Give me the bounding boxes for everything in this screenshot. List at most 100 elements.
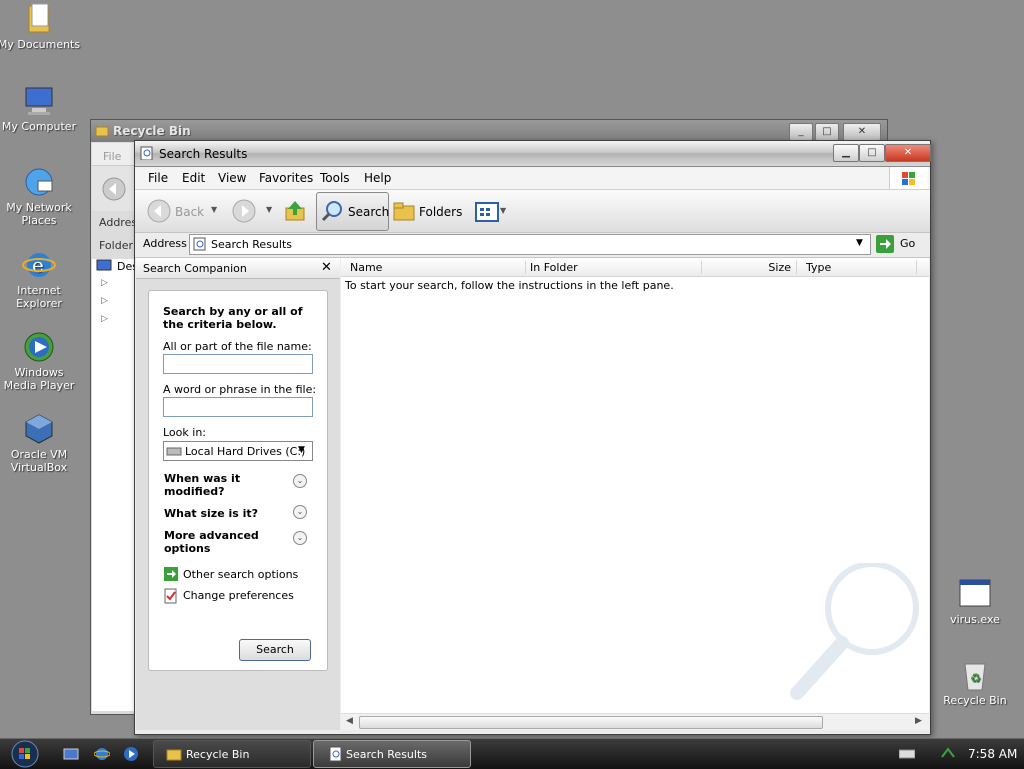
address-label: Address xyxy=(143,237,187,250)
column-header-type[interactable]: Type xyxy=(802,261,917,274)
back-icon[interactable] xyxy=(101,176,127,202)
internet-explorer-icon[interactable] xyxy=(94,746,110,762)
scroll-left-icon[interactable]: ◀ xyxy=(346,716,353,726)
search-companion-pane: Search Companion ✕ Search by any or all … xyxy=(136,258,340,730)
chevron-down-icon[interactable]: ⌄ xyxy=(293,474,307,488)
task-label: Recycle Bin xyxy=(186,748,250,761)
folders-button[interactable]: Folders xyxy=(419,205,462,219)
scrollbar-thumb[interactable] xyxy=(359,716,823,729)
column-header-name[interactable]: Name xyxy=(341,261,526,274)
change-preferences-link[interactable]: Change preferences xyxy=(183,589,294,602)
tree-expand-icon[interactable]: ▷ xyxy=(101,296,108,306)
folder-icon xyxy=(22,2,56,36)
magnifier-watermark-icon xyxy=(790,563,919,700)
task-label: Search Results xyxy=(346,748,428,761)
go-button[interactable]: Go xyxy=(900,237,915,250)
show-desktop-icon[interactable] xyxy=(63,746,79,762)
media-player-icon[interactable] xyxy=(123,746,139,762)
search-button[interactable]: Search xyxy=(239,639,311,661)
network-tray-icon[interactable] xyxy=(940,745,956,761)
desktop-icon-virtualbox[interactable]: Oracle VM VirtualBox xyxy=(0,412,81,474)
up-folder-icon[interactable] xyxy=(283,199,307,223)
recycle-bin-icon: ♻ xyxy=(958,658,992,692)
look-in-select[interactable]: Local Hard Drives (C:) ▼ xyxy=(163,441,313,461)
desktop-icon-network-places[interactable]: My Network Places xyxy=(0,165,81,227)
forward-icon[interactable] xyxy=(232,199,256,223)
taskbar: Recycle Bin Search Results 7:58 AM xyxy=(0,738,1024,769)
search-results-icon xyxy=(140,146,153,160)
what-size-link[interactable]: What size is it? xyxy=(164,507,258,520)
tree-expand-icon[interactable]: ▷ xyxy=(101,278,108,288)
chevron-down-icon[interactable]: ⌄ xyxy=(293,531,307,545)
desktop-icon-my-documents[interactable]: My Documents xyxy=(0,2,81,51)
address-dropdown-icon[interactable]: ▼ xyxy=(856,238,863,248)
menu-file[interactable]: File xyxy=(148,171,168,185)
tree-expand-icon[interactable]: ▷ xyxy=(101,314,108,324)
start-button-icon[interactable] xyxy=(10,740,40,768)
scroll-right-icon[interactable]: ▶ xyxy=(915,716,922,726)
clock[interactable]: 7:58 AM xyxy=(968,747,1017,761)
column-header-in-folder[interactable]: In Folder xyxy=(525,261,702,274)
desktop-icon-recycle-bin[interactable]: ♻ Recycle Bin xyxy=(933,658,1017,707)
chevron-down-icon[interactable]: ⌄ xyxy=(293,505,307,519)
task-search-results[interactable]: Search Results xyxy=(313,740,471,768)
network-icon xyxy=(22,165,56,199)
desktop-icon-label: My Documents xyxy=(0,38,81,51)
results-message: To start your search, follow the instruc… xyxy=(345,279,674,292)
folder-icon xyxy=(166,749,182,761)
views-icon[interactable] xyxy=(475,202,499,222)
views-dropdown-icon[interactable]: ▼ xyxy=(500,206,506,215)
address-input[interactable]: Search Results ▼ xyxy=(189,234,871,255)
recycle-bin-titlebar[interactable]: Recycle Bin _ □ ✕ xyxy=(91,120,887,142)
desktop-icon-internet-explorer[interactable]: e Internet Explorer xyxy=(0,248,81,310)
close-button[interactable]: ✕ xyxy=(885,144,931,162)
desktop-icon xyxy=(96,259,112,271)
phrase-input[interactable] xyxy=(163,397,313,417)
maximize-button[interactable]: □ xyxy=(815,123,839,141)
keyboard-icon[interactable] xyxy=(899,749,915,759)
column-header-size[interactable]: Size xyxy=(701,261,797,274)
menu-view[interactable]: View xyxy=(218,171,246,185)
menu-file[interactable]: File xyxy=(103,150,121,163)
folders-icon xyxy=(393,202,415,221)
desktop-icon-label: Oracle VM VirtualBox xyxy=(10,448,68,474)
desktop-icon-virus-exe[interactable]: virus.exe xyxy=(933,577,1017,626)
hard-drive-icon xyxy=(166,447,182,456)
close-pane-icon[interactable]: ✕ xyxy=(321,260,332,275)
horizontal-scrollbar[interactable]: ◀ ▶ xyxy=(341,713,929,730)
desktop-icon-my-computer[interactable]: My Computer xyxy=(0,84,81,133)
folder-icon xyxy=(95,126,109,137)
svg-text:e: e xyxy=(32,253,44,277)
menu-favorites[interactable]: Favorites xyxy=(259,171,313,185)
forward-dropdown-icon[interactable]: ▼ xyxy=(266,205,272,214)
search-toolbar-button[interactable]: Search xyxy=(316,192,389,231)
maximize-button[interactable]: □ xyxy=(859,144,885,162)
window-titlebar[interactable]: Search Results ▁ □ ✕ xyxy=(135,141,931,167)
menu-edit[interactable]: Edit xyxy=(182,171,205,185)
search-results-window[interactable]: Search Results ▁ □ ✕ File Edit View Favo… xyxy=(134,140,931,735)
search-toolbar-label: Search xyxy=(348,205,390,219)
go-arrow-icon[interactable] xyxy=(876,235,894,253)
advanced-options-link[interactable]: More advanced options xyxy=(164,529,274,555)
close-button[interactable]: ✕ xyxy=(843,123,881,141)
when-modified-link[interactable]: When was it modified? xyxy=(164,472,274,498)
internet-explorer-icon: e xyxy=(22,248,56,282)
task-recycle-bin[interactable]: Recycle Bin xyxy=(153,740,311,768)
search-companion-header: Search Companion ✕ xyxy=(136,258,340,279)
desktop-icon-media-player[interactable]: Windows Media Player xyxy=(0,330,81,392)
menu-help[interactable]: Help xyxy=(364,171,391,185)
other-search-options-link[interactable]: Other search options xyxy=(183,568,298,581)
back-icon[interactable] xyxy=(147,199,171,223)
windows-logo xyxy=(889,167,928,189)
menu-tools[interactable]: Tools xyxy=(320,171,350,185)
search-criteria-panel: Search by any or all of the criteria bel… xyxy=(148,290,328,671)
exe-file-icon xyxy=(958,577,992,611)
minimize-button[interactable]: _ xyxy=(789,123,813,141)
search-results-icon xyxy=(329,746,342,762)
back-dropdown-icon[interactable]: ▼ xyxy=(211,205,217,214)
folders-label: Folder xyxy=(99,239,133,252)
desktop-icon-label: virus.exe xyxy=(950,613,1000,626)
file-name-input[interactable] xyxy=(163,354,313,374)
minimize-button[interactable]: ▁ xyxy=(833,144,859,162)
back-button[interactable]: Back xyxy=(175,205,204,219)
